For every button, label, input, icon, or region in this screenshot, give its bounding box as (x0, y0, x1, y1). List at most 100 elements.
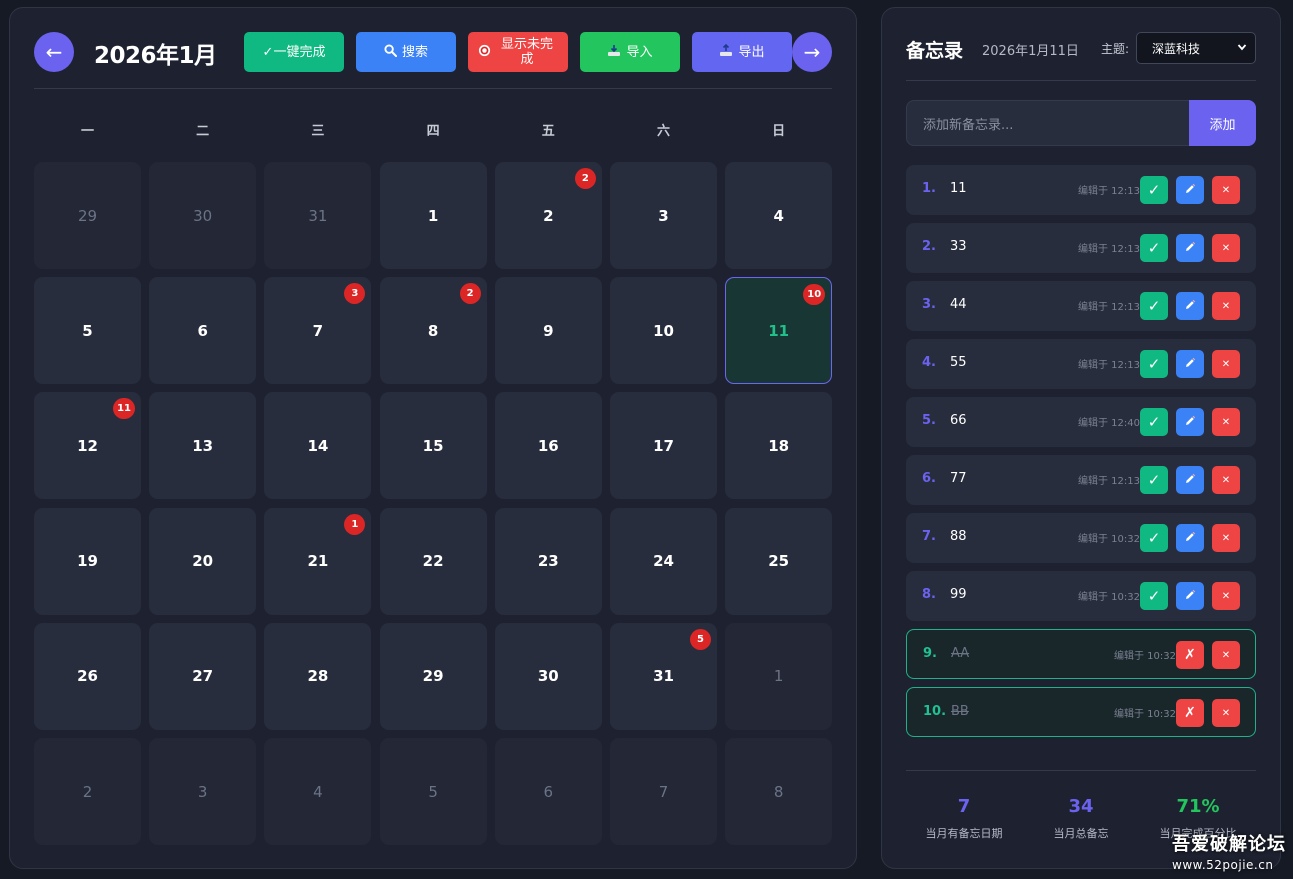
search-button[interactable]: 搜索 (356, 32, 456, 72)
calendar-day-other-month[interactable]: 3 (149, 738, 257, 845)
calendar-day-other-month[interactable]: 31 (264, 162, 372, 269)
calendar-day[interactable]: 3 (610, 162, 717, 269)
calendar-day[interactable]: 82 (379, 277, 487, 385)
calendar-day[interactable]: 20 (149, 507, 257, 615)
memo-item-completed[interactable]: 9. AA 编辑于 10:32 ✗ ✕ (906, 629, 1256, 679)
memo-item[interactable]: 5. 66 编辑于 12:40 ✓ ✕ (906, 397, 1256, 447)
calendar-day[interactable]: 22 (494, 162, 602, 269)
delete-memo-button[interactable]: ✕ (1212, 292, 1240, 320)
complete-memo-button[interactable]: ✓ (1140, 524, 1168, 552)
complete-memo-button[interactable]: ✓ (1140, 408, 1168, 436)
calendar-day[interactable]: 22 (379, 507, 487, 615)
calendar-day[interactable]: 15 (379, 392, 487, 500)
delete-memo-button[interactable]: ✕ (1212, 524, 1240, 552)
calendar-day-other-month[interactable]: 1 (725, 622, 833, 730)
complete-memo-button[interactable]: ✓ (1140, 350, 1168, 378)
edit-memo-button[interactable] (1176, 582, 1204, 610)
delete-memo-button[interactable]: ✕ (1212, 350, 1240, 378)
complete-memo-icon: ✓ (1147, 587, 1161, 605)
edit-memo-button[interactable] (1176, 466, 1204, 494)
calendar-day[interactable]: 25 (725, 507, 833, 615)
complete-memo-icon: ✓ (1147, 529, 1161, 547)
memo-item[interactable]: 6. 77 编辑于 12:13 ✓ ✕ (906, 455, 1256, 505)
edit-memo-button[interactable] (1176, 234, 1204, 262)
delete-memo-button[interactable]: ✕ (1212, 641, 1240, 669)
calendar-day[interactable]: 31 5 (610, 622, 717, 730)
complete-memo-button[interactable]: ✓ (1140, 234, 1168, 262)
export-button[interactable]: 导出 (692, 32, 792, 72)
calendar-day[interactable]: 6 (149, 277, 257, 385)
calendar-day-other-month[interactable]: 4 (264, 738, 372, 845)
calendar-day-other-month[interactable]: 5 (379, 738, 487, 845)
memo-text: 44 (950, 297, 967, 312)
memo-item[interactable]: 3. 44 编辑于 12:13 ✓ ✕ (906, 281, 1256, 331)
calendar-day[interactable]: 26 (34, 622, 141, 730)
complete-memo-button[interactable]: ✓ (1140, 582, 1168, 610)
calendar-day[interactable]: 4 (725, 162, 833, 269)
calendar-day[interactable]: 18 (725, 392, 833, 500)
calendar-day-other-month[interactable]: 2 (34, 738, 141, 845)
calendar-day[interactable]: 10 (610, 277, 717, 385)
memo-text: 11 (950, 181, 967, 196)
complete-all-button[interactable]: ✓一键完成 (244, 32, 344, 72)
calendar-day[interactable]: 73 (264, 277, 372, 385)
calendar-day-other-month[interactable]: 30 (149, 162, 257, 269)
calendar-day[interactable]: 5 (34, 277, 141, 385)
delete-memo-button[interactable]: ✕ (1212, 699, 1240, 727)
calendar-day[interactable]: 19 (34, 507, 141, 615)
edit-memo-button[interactable] (1176, 350, 1204, 378)
calendar-day[interactable]: 27 (149, 622, 257, 730)
memo-number: 8. (922, 587, 936, 602)
memo-item[interactable]: 1. 11 编辑于 12:13 ✓ ✕ (906, 165, 1256, 215)
calendar-day[interactable]: 29 (379, 622, 487, 730)
edit-memo-button[interactable] (1176, 176, 1204, 204)
memo-item[interactable]: 2. 33 编辑于 12:13 ✓ ✕ (906, 223, 1256, 273)
add-memo-button[interactable]: 添加 (1189, 100, 1256, 146)
calendar-day-other-month[interactable]: 7 (610, 738, 717, 845)
calendar-day[interactable]: 14 (264, 392, 372, 500)
delete-memo-button[interactable]: ✕ (1212, 234, 1240, 262)
next-month-button[interactable]: → (792, 32, 832, 72)
calendar-day[interactable]: 17 (610, 392, 717, 500)
memo-count-badge: 10 (803, 284, 826, 306)
undo-complete-button[interactable]: ✗ (1176, 699, 1204, 727)
calendar-day[interactable]: 28 (264, 622, 372, 730)
calendar-day[interactable]: 12 11 (34, 392, 141, 500)
calendar-day[interactable]: 9 (494, 277, 602, 385)
edit-memo-button[interactable] (1176, 292, 1204, 320)
calendar-day-other-month[interactable]: 8 (725, 738, 833, 845)
memo-item[interactable]: 8. 99 编辑于 10:32 ✓ ✕ (906, 571, 1256, 621)
import-button[interactable]: 导入 (580, 32, 680, 72)
theme-label: 主题: (1101, 42, 1130, 56)
prev-month-button[interactable]: ← (34, 32, 74, 72)
calendar-day[interactable]: 24 (610, 507, 717, 615)
calendar-day[interactable]: 23 (494, 507, 602, 615)
calendar-day[interactable]: 1 (379, 162, 487, 269)
day-number: 5 (428, 782, 438, 801)
delete-memo-button[interactable]: ✕ (1212, 176, 1240, 204)
calendar-day-today[interactable]: 11 10 (725, 277, 833, 385)
show-unfinished-button[interactable]: 显示未完成 (468, 32, 568, 72)
complete-memo-button[interactable]: ✓ (1140, 466, 1168, 494)
edit-memo-button[interactable] (1176, 408, 1204, 436)
delete-memo-button[interactable]: ✕ (1212, 582, 1240, 610)
day-number: 23 (537, 552, 559, 571)
calendar-day[interactable]: 16 (494, 392, 602, 500)
new-memo-input[interactable]: 添加新备忘录... (906, 100, 1190, 146)
memo-item-completed[interactable]: 10. BB 编辑于 10:32 ✗ ✕ (906, 687, 1256, 737)
edit-memo-button[interactable] (1176, 524, 1204, 552)
calendar-day[interactable]: 21 1 (264, 507, 372, 615)
calendar-day[interactable]: 13 (149, 392, 257, 500)
undo-complete-button[interactable]: ✗ (1176, 641, 1204, 669)
complete-memo-button[interactable]: ✓ (1140, 176, 1168, 204)
delete-memo-button[interactable]: ✕ (1212, 408, 1240, 436)
memo-item[interactable]: 7. 88 编辑于 10:32 ✓ ✕ (906, 513, 1256, 563)
calendar-day[interactable]: 30 (494, 622, 602, 730)
memo-count-badge: 2 (574, 168, 596, 189)
delete-memo-button[interactable]: ✕ (1212, 466, 1240, 494)
calendar-day-other-month[interactable]: 6 (494, 738, 602, 845)
calendar-day-other-month[interactable]: 29 (34, 162, 141, 269)
complete-memo-button[interactable]: ✓ (1140, 292, 1168, 320)
memo-item[interactable]: 4. 55 编辑于 12:13 ✓ ✕ (906, 339, 1256, 389)
theme-select[interactable]: 深蓝科技 (1136, 32, 1256, 64)
